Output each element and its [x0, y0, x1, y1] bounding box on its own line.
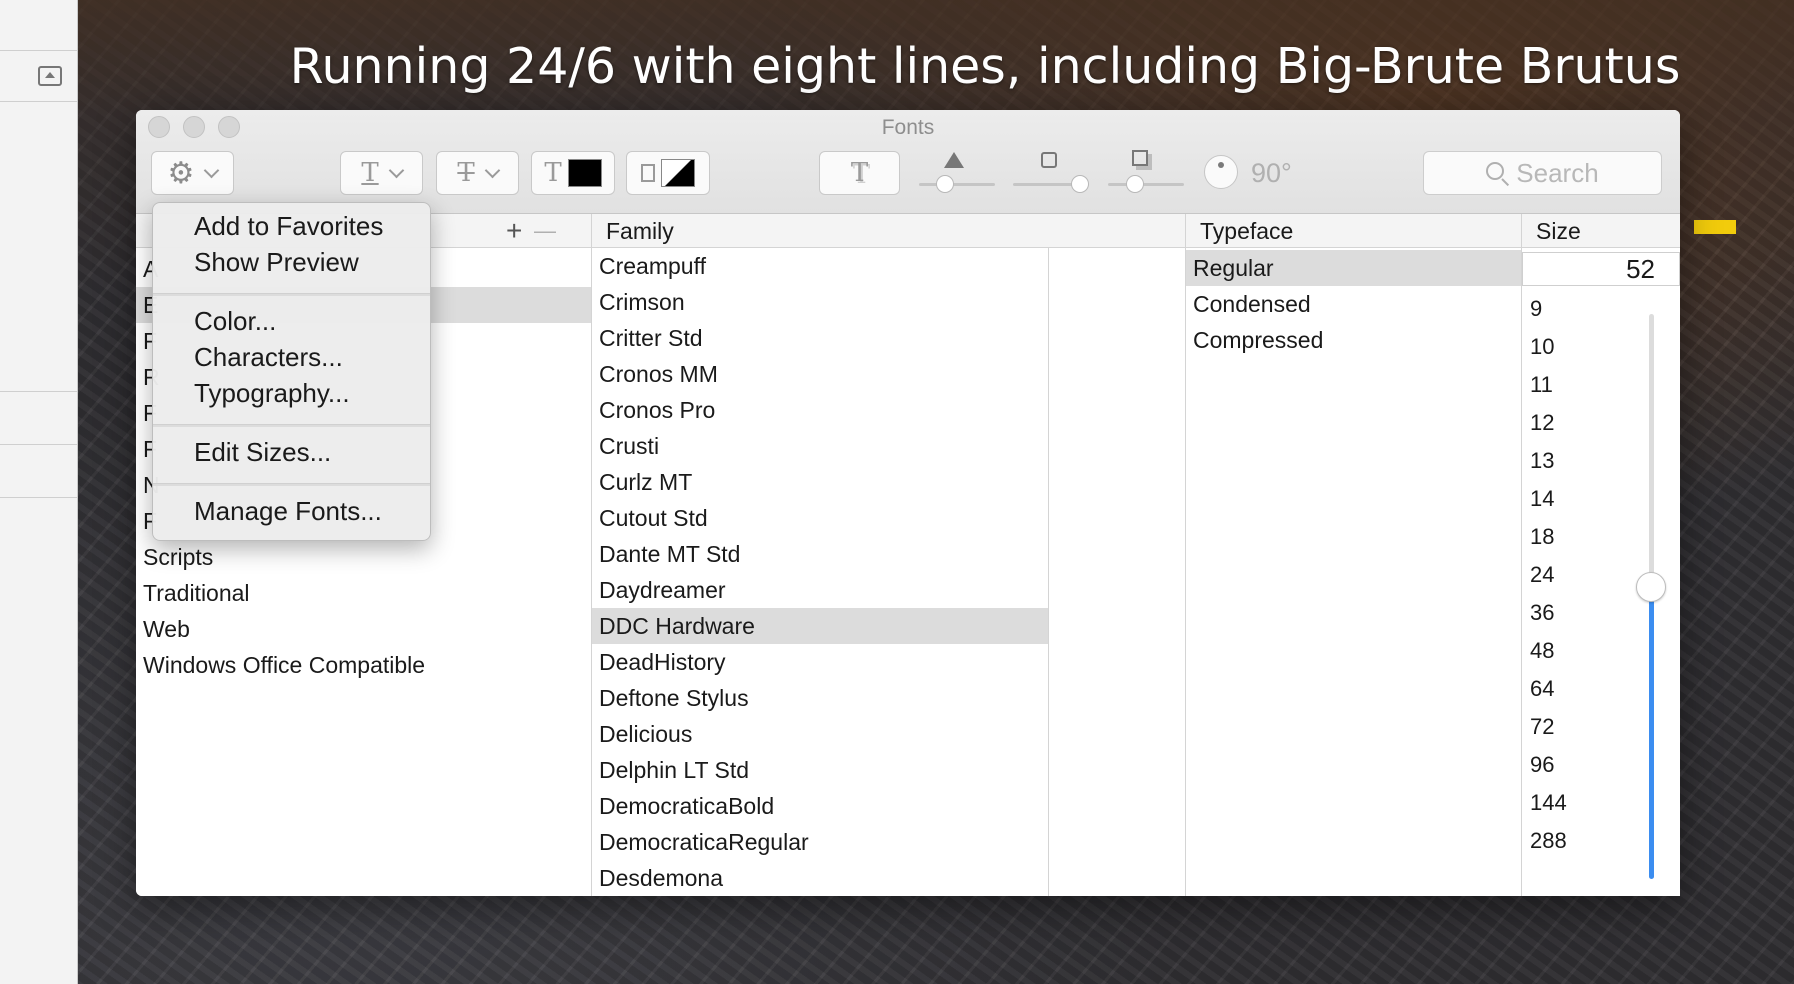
family-item[interactable]: DeadHistory — [592, 644, 1048, 680]
shadow-offset-track[interactable] — [1108, 183, 1184, 186]
size-column: Size 52 9 10 11 12 13 14 18 24 36 48 64 … — [1521, 214, 1680, 896]
size-item[interactable]: 48 — [1530, 632, 1554, 670]
strip-divider — [0, 497, 77, 498]
family-item[interactable]: DemocraticaBold — [592, 788, 1048, 824]
strikethrough-button[interactable]: T — [436, 151, 519, 195]
menu-item-show-preview[interactable]: Show Preview — [194, 247, 359, 278]
shadow-angle-value: 90° — [1251, 158, 1292, 188]
family-item[interactable]: Dante MT Std — [592, 536, 1048, 572]
family-item[interactable]: Delphin LT Std — [592, 752, 1048, 788]
chevron-down-icon — [484, 162, 500, 178]
family-item[interactable]: Creampuff — [592, 248, 1048, 284]
add-collection-button[interactable]: + — [506, 214, 522, 248]
size-item[interactable]: 72 — [1530, 708, 1554, 746]
size-item[interactable]: 10 — [1530, 328, 1554, 366]
menu-item-characters[interactable]: Characters... — [194, 342, 343, 373]
size-item[interactable]: 24 — [1530, 556, 1554, 594]
menu-separator — [153, 424, 430, 427]
window-title: Fonts — [881, 116, 935, 139]
menu-separator — [153, 483, 430, 486]
action-menu-button[interactable]: ⚙ — [151, 151, 234, 195]
size-item[interactable]: 96 — [1530, 746, 1554, 784]
left-sidebar-strip — [0, 0, 78, 984]
family-item[interactable]: Cronos Pro — [592, 392, 1048, 428]
document-color-swatch — [661, 159, 695, 187]
family-header: Family — [592, 214, 1185, 248]
menu-separator — [153, 293, 430, 296]
collection-item[interactable]: Windows Office Compatible — [136, 647, 591, 683]
document-color-button[interactable] — [626, 151, 710, 195]
search-icon — [1486, 162, 1510, 187]
family-scroll-divider — [1048, 248, 1049, 896]
menu-item-edit-sizes[interactable]: Edit Sizes... — [194, 437, 331, 468]
remove-collection-button[interactable]: — — [534, 214, 556, 248]
size-item[interactable]: 14 — [1530, 480, 1554, 518]
size-header: Size — [1522, 214, 1680, 248]
family-item[interactable]: DDC Hardware — [592, 608, 1048, 644]
strip-divider — [0, 444, 77, 445]
size-item[interactable]: 288 — [1530, 822, 1567, 860]
family-item[interactable]: Crimson — [592, 284, 1048, 320]
size-slider-knob[interactable] — [1636, 572, 1666, 602]
menu-item-manage-fonts[interactable]: Manage Fonts... — [194, 496, 382, 527]
family-item[interactable]: Delicious — [592, 716, 1048, 752]
family-item[interactable]: Cutout Std — [592, 500, 1048, 536]
size-item[interactable]: 13 — [1530, 442, 1554, 480]
shadow-offset-icon — [1132, 150, 1148, 166]
shadow-blur-icon — [1041, 152, 1057, 168]
gear-icon: ⚙ — [167, 156, 195, 190]
size-item[interactable]: 9 — [1530, 290, 1542, 328]
collection-item[interactable]: Traditional — [136, 575, 591, 611]
search-field[interactable]: Search — [1423, 151, 1662, 195]
yellow-marker — [1694, 220, 1736, 234]
chevron-down-icon — [204, 162, 220, 178]
text-color-button[interactable]: T — [531, 151, 615, 195]
shadow-t-icon: T — [850, 158, 869, 188]
shadow-offset-knob[interactable] — [1126, 175, 1144, 193]
shadow-blur-knob[interactable] — [1071, 175, 1089, 193]
size-input[interactable]: 52 — [1522, 252, 1680, 286]
family-item[interactable]: Crusti — [592, 428, 1048, 464]
family-item[interactable]: DemocraticaRegular — [592, 824, 1048, 860]
document-icon — [641, 164, 655, 182]
size-item[interactable]: 36 — [1530, 594, 1554, 632]
chevron-down-icon — [388, 162, 404, 178]
shadow-opacity-knob[interactable] — [936, 175, 954, 193]
size-item[interactable]: 18 — [1530, 518, 1554, 556]
collection-item[interactable]: Scripts — [136, 539, 591, 575]
size-item[interactable]: 64 — [1530, 670, 1554, 708]
menu-item-add-to-favorites[interactable]: Add to Favorites — [194, 211, 383, 242]
video-caption: Running 24/6 with eight lines, including… — [289, 38, 1681, 95]
size-item[interactable]: 12 — [1530, 404, 1554, 442]
family-item[interactable]: Deftone Stylus — [592, 680, 1048, 716]
size-slider-fill — [1649, 594, 1654, 879]
text-t-icon: T — [544, 158, 562, 188]
family-item[interactable]: Cronos MM — [592, 356, 1048, 392]
strip-divider — [0, 101, 77, 102]
family-item[interactable]: Critter Std — [592, 320, 1048, 356]
menu-item-typography[interactable]: Typography... — [194, 378, 350, 409]
text-color-swatch — [567, 159, 602, 187]
family-item[interactable]: Curlz MT — [592, 464, 1048, 500]
text-shadow-button[interactable]: T — [819, 151, 900, 195]
strip-divider — [0, 391, 77, 392]
strikethrough-t-icon: T — [457, 158, 475, 188]
shadow-angle-dial[interactable] — [1204, 155, 1238, 189]
underline-button[interactable]: T — [340, 151, 423, 195]
search-placeholder: Search — [1516, 157, 1599, 188]
family-item[interactable]: Desdemona — [592, 860, 1048, 896]
family-list: Creampuff Crimson Critter Std Cronos MM … — [592, 248, 1185, 896]
family-column: Family Creampuff Crimson Critter Std Cro… — [592, 214, 1185, 896]
toolbar: Fonts ⚙ T T T T 90° Search — [136, 110, 1680, 214]
collection-item[interactable]: Web — [136, 611, 591, 647]
shadow-opacity-track[interactable] — [919, 183, 995, 186]
menu-item-color[interactable]: Color... — [194, 306, 276, 337]
size-item[interactable]: 11 — [1530, 366, 1553, 404]
family-item[interactable]: Daydreamer — [592, 572, 1048, 608]
action-menu: Add to Favorites Show Preview Color... C… — [152, 202, 431, 541]
size-item[interactable]: 144 — [1530, 784, 1567, 822]
shadow-opacity-icon — [944, 152, 964, 168]
underline-t-icon: T — [361, 158, 379, 188]
